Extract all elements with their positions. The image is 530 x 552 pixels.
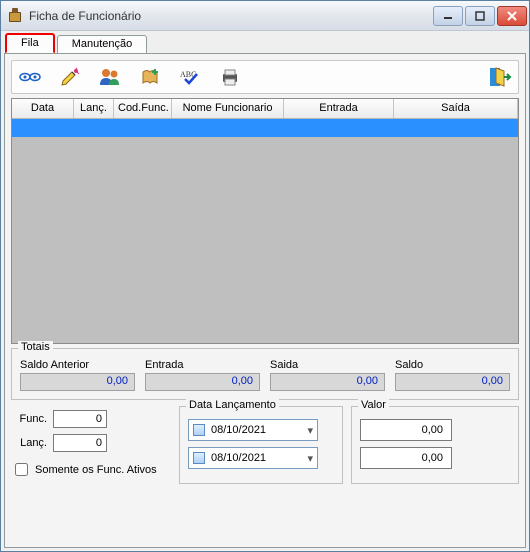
grid-header: Data Lanç. Cod.Func. Nome Funcionario En…	[12, 99, 518, 119]
toolbar: ABC	[11, 60, 519, 94]
data-grid[interactable]: Data Lanç. Cod.Func. Nome Funcionario En…	[11, 98, 519, 344]
data-lancamento-legend: Data Lançamento	[186, 399, 279, 411]
valor-legend: Valor	[358, 399, 389, 411]
data-lancamento-group: Data Lançamento 08/10/2021 ▾ 08/10/2021 …	[179, 406, 343, 484]
func-input[interactable]	[53, 410, 107, 428]
saldo-anterior-value: 0,00	[20, 373, 135, 391]
users-icon[interactable]	[98, 65, 122, 89]
saldo-value: 0,00	[395, 373, 510, 391]
col-codfunc[interactable]: Cod.Func.	[114, 99, 172, 118]
date-to-picker[interactable]: 08/10/2021 ▾	[188, 447, 318, 469]
view-icon[interactable]	[18, 65, 42, 89]
edit-icon[interactable]	[58, 65, 82, 89]
minimize-button[interactable]	[433, 6, 463, 26]
col-saida[interactable]: Saída	[394, 99, 518, 118]
lanc-input[interactable]	[53, 434, 107, 452]
tab-fila[interactable]: Fila	[5, 33, 55, 53]
window-title: Ficha de Funcionário	[29, 9, 433, 23]
totais-group: Totais Saldo Anterior 0,00 Entrada 0,00 …	[11, 348, 519, 400]
saldo-label: Saldo	[395, 359, 510, 371]
date-from-value: 08/10/2021	[211, 424, 307, 436]
app-window: Ficha de Funcionário Fila Manutenção	[0, 0, 530, 552]
lanc-label: Lanç.	[11, 437, 47, 449]
saida-label: Saida	[270, 359, 385, 371]
print-icon[interactable]	[218, 65, 242, 89]
valor-group: Valor	[351, 406, 519, 484]
grid-selected-row[interactable]	[12, 119, 518, 137]
func-label: Func.	[11, 413, 47, 425]
tab-strip: Fila Manutenção	[1, 31, 529, 53]
col-entrada[interactable]: Entrada	[284, 99, 394, 118]
col-nome[interactable]: Nome Funcionario	[172, 99, 284, 118]
maximize-button[interactable]	[465, 6, 495, 26]
exit-icon[interactable]	[488, 65, 512, 89]
filter-section: Func. Lanç. Somente os Func. Ativos Data…	[11, 406, 519, 484]
titlebar: Ficha de Funcionário	[1, 1, 529, 31]
entrada-label: Entrada	[145, 359, 260, 371]
spellcheck-icon[interactable]: ABC	[178, 65, 202, 89]
col-lanc[interactable]: Lanç.	[74, 99, 114, 118]
chevron-down-icon[interactable]: ▾	[307, 452, 313, 465]
date-to-value: 08/10/2021	[211, 452, 307, 464]
tab-manutencao[interactable]: Manutenção	[57, 35, 148, 53]
saida-value: 0,00	[270, 373, 385, 391]
valor-from-input[interactable]	[360, 419, 452, 441]
chevron-down-icon[interactable]: ▾	[307, 424, 313, 437]
somente-ativos-label: Somente os Func. Ativos	[35, 464, 157, 476]
date-from-picker[interactable]: 08/10/2021 ▾	[188, 419, 318, 441]
grid-body[interactable]	[12, 119, 518, 343]
new-book-icon[interactable]	[138, 65, 162, 89]
calendar-icon	[193, 452, 205, 464]
saldo-anterior-label: Saldo Anterior	[20, 359, 135, 371]
totais-legend: Totais	[18, 341, 53, 353]
close-button[interactable]	[497, 6, 527, 26]
somente-ativos-checkbox[interactable]	[15, 463, 28, 476]
col-data[interactable]: Data	[12, 99, 74, 118]
valor-to-input[interactable]	[360, 447, 452, 469]
app-icon	[7, 8, 23, 24]
tab-page-fila: ABC Data Lanç. Cod.Func. Nome Funcionari…	[4, 53, 526, 548]
entrada-value: 0,00	[145, 373, 260, 391]
calendar-icon	[193, 424, 205, 436]
